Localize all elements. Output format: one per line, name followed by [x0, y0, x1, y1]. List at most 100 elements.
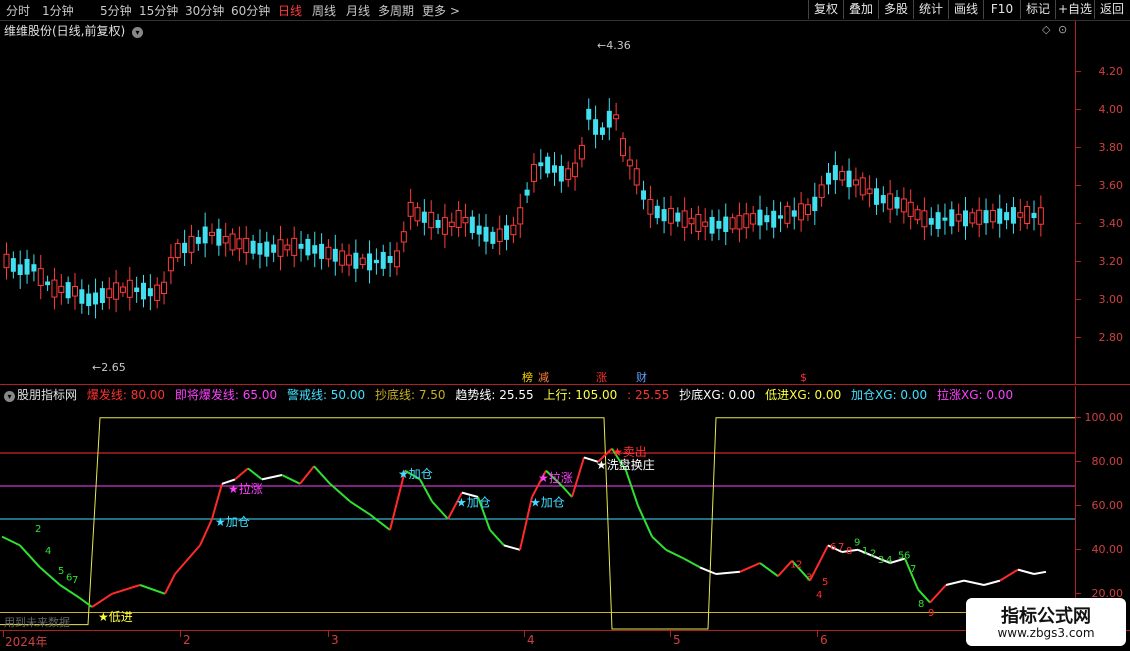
event-marker: 榜	[522, 370, 533, 384]
candle-body	[147, 288, 153, 297]
candle-body	[900, 198, 907, 213]
candle-body	[490, 231, 496, 244]
candle-body	[222, 235, 229, 244]
candle-body	[914, 209, 921, 221]
trend-segment	[211, 483, 223, 520]
candle-body	[435, 219, 441, 228]
trend-segment	[945, 579, 965, 586]
indicator-value: 抄底线: 7.50	[374, 388, 446, 402]
date-label: 3	[331, 633, 339, 647]
candle-body	[3, 253, 10, 269]
period-more[interactable]: 更多 >	[422, 2, 460, 19]
trend-segment	[247, 467, 263, 481]
indicator-value: 趋势线: 25.55	[455, 388, 534, 402]
candle-body	[277, 239, 284, 257]
trend-segment	[234, 467, 249, 481]
period-fenshi[interactable]: 分时	[6, 2, 30, 19]
candle-body	[1010, 207, 1016, 224]
candle-body	[545, 156, 551, 174]
sequence-number: 6	[830, 542, 836, 553]
candle-body	[832, 165, 838, 181]
candle-body	[373, 259, 379, 264]
multi-stock-button[interactable]: 多股	[878, 0, 913, 19]
indicator-value: 抄底XG: 0.00	[679, 388, 756, 402]
candle-body	[24, 258, 30, 275]
indicator-value: : 25.55	[627, 388, 670, 402]
period-monthly[interactable]: 月线	[346, 2, 370, 19]
candle-body	[873, 188, 879, 205]
signal-label: ★加仓	[456, 495, 491, 509]
sequence-number: 2	[870, 548, 876, 559]
candle-body	[565, 168, 572, 181]
trend-segment	[929, 584, 947, 604]
trend-segment	[651, 535, 667, 551]
signal-label: ★低进	[98, 610, 133, 624]
candle-body	[510, 224, 517, 236]
signal-label: ★洗盘换庄	[596, 457, 655, 472]
trend-segment	[1033, 570, 1047, 575]
f10-button[interactable]: F10	[983, 0, 1020, 19]
mark-button[interactable]: 标记	[1020, 0, 1055, 19]
candle-body	[428, 211, 435, 229]
indicator-value: 即将爆发线: 65.00	[174, 388, 278, 402]
candle-body	[400, 231, 407, 243]
indicator-settings-icon[interactable]: ▾	[4, 391, 15, 402]
period-weekly[interactable]: 周线	[312, 2, 336, 19]
indicator-name: 股朋指标网	[17, 388, 78, 402]
period-15min[interactable]: 15分钟	[139, 2, 178, 19]
period-daily[interactable]: 日线	[278, 2, 302, 19]
trend-segment	[419, 478, 433, 502]
trend-segment	[39, 566, 61, 586]
period-1min[interactable]: 1分钟	[42, 2, 74, 19]
candle-body	[949, 209, 955, 227]
period-30min[interactable]: 30分钟	[185, 2, 224, 19]
high-price-label: ←4.36	[597, 39, 631, 52]
price-axis: 4.20 4.00 3.80 3.60 3.40 3.20 3.00 2.80	[1075, 21, 1130, 384]
candle-body	[764, 215, 770, 223]
candle-body	[1017, 212, 1024, 218]
price-label: 3.00	[1098, 293, 1124, 306]
candle-body	[312, 245, 318, 254]
back-button[interactable]: 返回	[1094, 0, 1129, 19]
candle-body	[319, 243, 325, 259]
stats-button[interactable]: 统计	[913, 0, 948, 19]
candle-body	[161, 281, 168, 294]
candle-body	[578, 144, 585, 160]
period-toolbar: 分时 1分钟 5分钟 15分钟 30分钟 60分钟 日线 周线 月线 多周期 更…	[0, 0, 1130, 21]
candle-body	[462, 216, 469, 224]
candle-body	[483, 226, 489, 242]
watermark-url: www.zbgs3.com	[997, 626, 1095, 640]
period-multi[interactable]: 多周期	[378, 2, 414, 19]
candle-body	[346, 254, 352, 266]
candle-body	[928, 218, 934, 225]
sequence-number: 6	[904, 551, 910, 562]
fuquan-button[interactable]: 复权	[808, 0, 843, 19]
candle-body	[421, 211, 427, 223]
trend-segment	[699, 566, 717, 575]
trend-segment	[174, 544, 201, 575]
draw-line-button[interactable]: 画线	[948, 0, 983, 19]
sequence-number: 9	[854, 537, 860, 548]
candle-body	[339, 250, 346, 266]
candle-body	[387, 256, 393, 263]
indicator-axis: 100.00 80.00 60.00 40.00 20.00	[1075, 386, 1130, 630]
candle-body	[93, 292, 99, 305]
period-5min[interactable]: 5分钟	[100, 2, 132, 19]
candle-body	[524, 189, 530, 196]
candle-body	[305, 238, 311, 256]
price-label: 3.40	[1098, 217, 1124, 230]
candle-body	[126, 279, 133, 298]
trend-segment	[503, 544, 521, 551]
period-60min[interactable]: 60分钟	[231, 2, 270, 19]
indicator-value: 低进XG: 0.00	[765, 388, 842, 402]
trend-segment	[739, 562, 761, 573]
candle-body	[441, 217, 448, 235]
candlestick-chart[interactable]: ←4.36 ←2.65 榜减 涨 财 $	[0, 21, 1075, 384]
add-watchlist-button[interactable]: +自选	[1055, 0, 1094, 19]
overlay-button[interactable]: 叠加	[843, 0, 878, 19]
candle-body	[907, 201, 914, 217]
candle-body	[620, 138, 626, 157]
candle-body	[859, 177, 866, 196]
indicator-chart[interactable]: ★低进★加仓★拉涨★加仓★加仓 ★加仓★拉涨★卖出★洗盘换庄2456 71 23456…	[0, 402, 1075, 630]
candle-body	[894, 197, 900, 209]
